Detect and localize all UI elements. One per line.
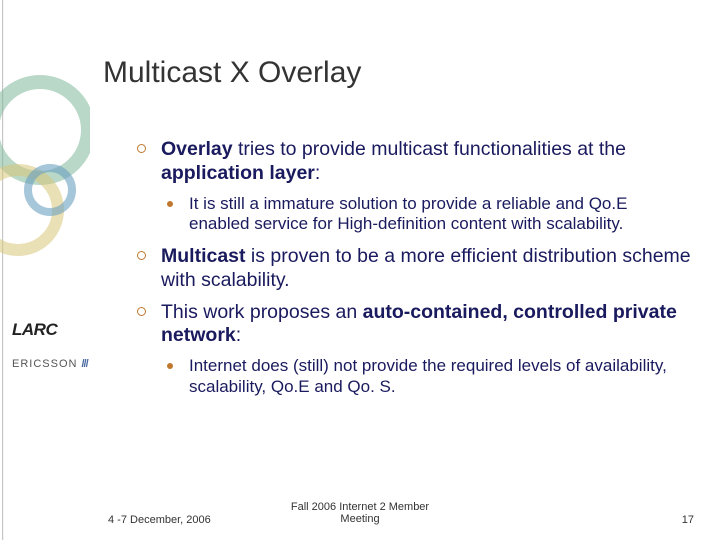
bullet-item: Multicast is proven to be a more efficie… xyxy=(137,245,692,293)
bold-text: application layer xyxy=(161,162,315,184)
footer-date: 4 -7 December, 2006 xyxy=(108,514,211,526)
sidebar-logos: LARC ERICSSON/// xyxy=(12,320,96,370)
slide-title: Multicast X Overlay xyxy=(103,56,361,90)
ericsson-bars-icon: /// xyxy=(81,358,87,370)
bullet-item: This work proposes an auto-contained, co… xyxy=(137,301,692,349)
ericsson-logo: ERICSSON/// xyxy=(12,358,96,370)
dot-bullet-icon xyxy=(167,363,173,369)
ring-bullet-icon xyxy=(137,251,146,260)
ring-bullet-icon xyxy=(137,144,146,153)
slide-number: 17 xyxy=(682,514,694,526)
slide-decoration xyxy=(0,0,90,540)
bold-text: Overlay xyxy=(161,138,233,160)
dot-bullet-icon xyxy=(167,201,173,207)
ring-bullet-icon xyxy=(137,307,146,316)
slide-body: Overlay tries to provide multicast funct… xyxy=(137,138,692,408)
sub-bullet-item: Internet does (still) not provide the re… xyxy=(167,356,692,397)
bold-text: Multicast xyxy=(161,245,246,267)
bullet-item: Overlay tries to provide multicast funct… xyxy=(137,138,692,186)
larc-logo: LARC xyxy=(12,320,96,340)
sub-bullet-item: It is still a immature solution to provi… xyxy=(167,194,692,235)
